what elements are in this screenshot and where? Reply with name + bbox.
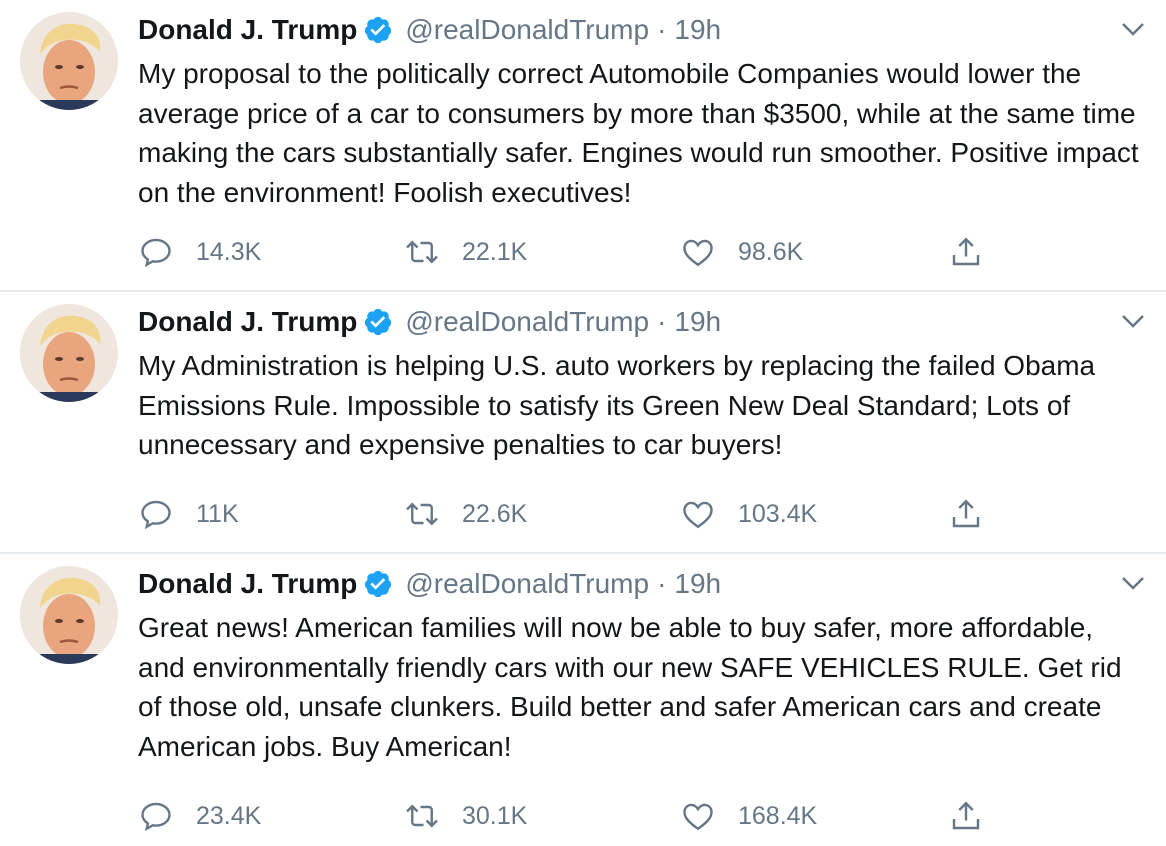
timestamp[interactable]: 19h (674, 14, 721, 46)
avatar[interactable] (20, 304, 118, 402)
tweet-text: Great news! American families will now b… (138, 612, 1122, 762)
avatar[interactable] (20, 566, 118, 664)
display-name[interactable]: Donald J. Trump (138, 568, 357, 600)
retweet-button[interactable]: 22.1K (404, 232, 527, 272)
like-icon (683, 803, 713, 831)
tweet-text: My proposal to the politically correct A… (138, 58, 1139, 208)
reply-button[interactable]: 23.4K (138, 796, 261, 836)
handle[interactable]: @realDonaldTrump (405, 306, 649, 338)
retweet-icon (406, 502, 438, 526)
tweet-header: Donald J. Trump @realDonaldTrump · 19h (138, 304, 721, 340)
reply-icon (141, 802, 171, 832)
separator: · (657, 568, 667, 599)
verified-badge-icon (363, 569, 393, 599)
retweet-count: 22.6K (462, 499, 528, 528)
separator: · (657, 14, 667, 45)
handle[interactable]: @realDonaldTrump (405, 568, 649, 600)
tweet-text: My Administration is helping U.S. auto w… (138, 350, 1096, 460)
like-count: 168.4K (738, 801, 818, 830)
share-icon (952, 801, 980, 830)
verified-badge-icon (363, 15, 393, 45)
tweet[interactable]: Donald J. Trump @realDonaldTrump · 19h M… (0, 292, 1166, 552)
reply-icon (141, 238, 171, 268)
retweet-icon (406, 240, 438, 264)
reply-button[interactable]: 14.3K (138, 232, 261, 272)
like-button[interactable]: 98.6K (680, 232, 803, 272)
timestamp[interactable]: 19h (674, 306, 721, 338)
avatar[interactable] (20, 12, 118, 110)
chevron-down-icon[interactable] (1118, 14, 1148, 44)
tweet-header: Donald J. Trump @realDonaldTrump · 19h (138, 566, 721, 602)
reply-icon (141, 500, 171, 530)
retweet-button[interactable]: 22.6K (404, 494, 527, 534)
like-count: 98.6K (738, 237, 804, 266)
tweet-actions: 14.3K 22.1K 98.6K (138, 232, 998, 272)
like-icon (683, 501, 713, 529)
tweet[interactable]: Donald J. Trump @realDonaldTrump · 19h M… (0, 0, 1166, 290)
verified-badge-icon (363, 307, 393, 337)
retweet-button[interactable]: 30.1K (404, 796, 527, 836)
reply-count: 23.4K (196, 801, 262, 830)
share-icon (952, 237, 980, 266)
tweet-header: Donald J. Trump @realDonaldTrump · 19h (138, 12, 721, 48)
share-button[interactable] (948, 494, 984, 534)
like-icon (683, 239, 713, 267)
share-icon (952, 499, 980, 528)
reply-count: 14.3K (196, 237, 262, 266)
retweet-icon (406, 804, 438, 828)
tweet-actions: 11K 22.6K 103.4K (138, 494, 998, 534)
tweet-actions: 23.4K 30.1K 168.4K (138, 796, 998, 836)
reply-count: 11K (196, 499, 239, 528)
like-count: 103.4K (738, 499, 818, 528)
tweet[interactable]: Donald J. Trump @realDonaldTrump · 19h G… (0, 554, 1166, 846)
share-button[interactable] (948, 796, 984, 836)
chevron-down-icon[interactable] (1118, 568, 1148, 598)
display-name[interactable]: Donald J. Trump (138, 14, 357, 46)
share-button[interactable] (948, 232, 984, 272)
timestamp[interactable]: 19h (674, 568, 721, 600)
chevron-down-icon[interactable] (1118, 306, 1148, 336)
handle[interactable]: @realDonaldTrump (405, 14, 649, 46)
separator: · (657, 306, 667, 337)
like-button[interactable]: 168.4K (680, 796, 817, 836)
display-name[interactable]: Donald J. Trump (138, 306, 357, 338)
reply-button[interactable]: 11K (138, 494, 239, 534)
retweet-count: 22.1K (462, 237, 528, 266)
retweet-count: 30.1K (462, 801, 528, 830)
like-button[interactable]: 103.4K (680, 494, 817, 534)
